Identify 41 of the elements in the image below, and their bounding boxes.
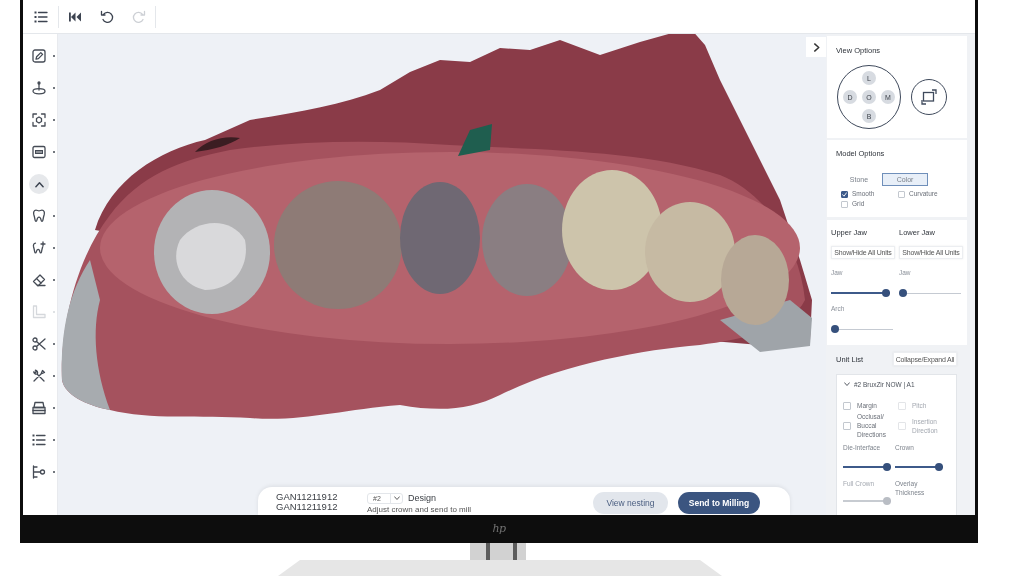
scissors-icon [32, 337, 46, 351]
panel-icon [32, 145, 46, 159]
send-button[interactable]: Send to Milling [678, 492, 760, 514]
panel-toggle-button[interactable] [806, 37, 826, 57]
slider-handle[interactable] [935, 463, 943, 471]
slider-handle[interactable] [882, 289, 890, 297]
disc-pin-icon [32, 81, 46, 95]
slider-track[interactable] [895, 463, 943, 471]
pin-bar-icon [32, 465, 46, 479]
menu-icon [33, 9, 48, 24]
slider-handle[interactable] [883, 463, 891, 471]
undo-icon [100, 9, 114, 24]
redo-icon [132, 9, 146, 24]
slider-track[interactable] [843, 497, 891, 505]
chevron-up-icon [34, 179, 44, 189]
slider-track[interactable] [831, 289, 890, 297]
chevron-down-icon [393, 495, 400, 501]
chevron-right-icon [811, 42, 821, 52]
tooth-icon [32, 209, 46, 223]
pencil-square-icon [32, 49, 46, 63]
check-icon [842, 191, 847, 197]
scan-icon [32, 113, 46, 127]
case-id: GAN11211912 [276, 492, 339, 502]
collapse-button[interactable] [29, 174, 49, 194]
view-nesting-button[interactable]: View nesting [593, 492, 668, 514]
case-id: GAN11211912 [276, 502, 339, 512]
slider-handle[interactable] [831, 325, 839, 333]
eraser-icon [32, 273, 46, 287]
monitor-logo: hp [492, 523, 506, 535]
fit-view-icon [921, 89, 937, 105]
fit-view-button[interactable] [911, 79, 947, 115]
list-icon [32, 433, 46, 447]
step-hint: Adjust crown and send to mill [367, 505, 473, 514]
tooth-sparkle-icon [32, 241, 46, 255]
checkbox[interactable] [841, 190, 848, 198]
corner-ruler-icon [32, 305, 46, 319]
tools-icon [32, 369, 46, 383]
slider-track[interactable] [843, 463, 891, 471]
step-title: Design [408, 492, 436, 504]
slider-handle[interactable] [899, 289, 907, 297]
box-icon [32, 401, 46, 415]
